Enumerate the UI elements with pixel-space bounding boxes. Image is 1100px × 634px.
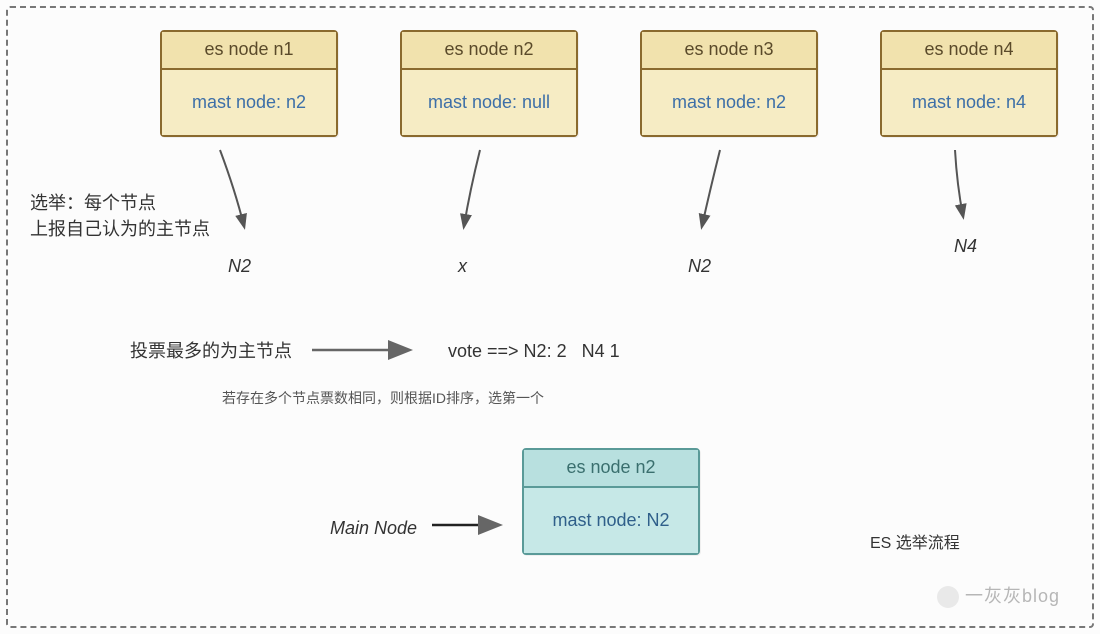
vote-n3: N2	[688, 256, 711, 277]
node-n4: es node n4 mast node: n4	[880, 30, 1058, 137]
node-n3: es node n3 mast node: n2	[640, 30, 818, 137]
node-n1-body: mast node: n2	[162, 70, 336, 135]
node-n3-title: es node n3	[642, 32, 816, 70]
node-n2: es node n2 mast node: null	[400, 30, 578, 137]
vote-n1: N2	[228, 256, 251, 277]
main-node-label: Main Node	[330, 515, 417, 541]
node-n1-title: es node n1	[162, 32, 336, 70]
vote-n2: x	[458, 256, 467, 277]
node-n4-body: mast node: n4	[882, 70, 1056, 135]
node-n2-body: mast node: null	[402, 70, 576, 135]
watermark: 一灰灰blog	[937, 582, 1060, 608]
node-n1: es node n1 mast node: n2	[160, 30, 338, 137]
node-n4-title: es node n4	[882, 32, 1056, 70]
result-node: es node n2 mast node: N2	[522, 448, 700, 555]
tiebreak-note: 若存在多个节点票数相同，则根据ID排序，选第一个	[222, 388, 544, 408]
watermark-icon	[937, 586, 959, 608]
result-node-title: es node n2	[524, 450, 698, 488]
tally-result: vote ==> N2: 2 N4 1	[448, 338, 620, 364]
vote-n4: N4	[954, 236, 977, 257]
tally-label: 投票最多的为主节点	[130, 338, 292, 364]
election-label: 选举：每个节点 上报自己认为的主节点	[30, 190, 210, 242]
node-n3-body: mast node: n2	[642, 70, 816, 135]
result-node-body: mast node: N2	[524, 488, 698, 553]
node-n2-title: es node n2	[402, 32, 576, 70]
watermark-text: 一灰灰blog	[965, 586, 1060, 606]
footer-caption: ES 选举流程	[870, 532, 960, 555]
